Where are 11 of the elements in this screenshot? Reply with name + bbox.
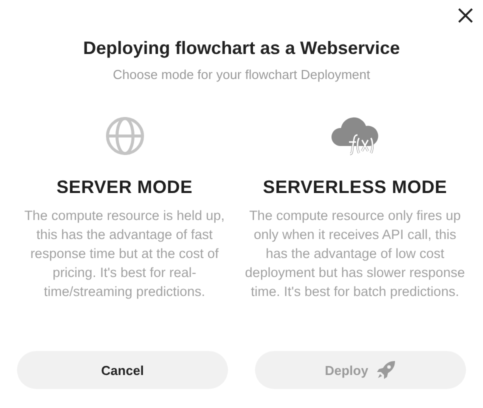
mode-title: SERVER MODE xyxy=(56,177,192,198)
dialog-subtitle: Choose mode for your flowchart Deployment xyxy=(112,67,370,82)
dialog-title: Deploying flowchart as a Webservice xyxy=(83,38,400,59)
cloud-function-icon xyxy=(330,116,380,156)
mode-title: SERVERLESS MODE xyxy=(262,177,448,198)
cancel-button[interactable]: Cancel xyxy=(17,351,228,389)
mode-description: The compute resource is held up, this has the advantage of fast response time but at the cost of pricing. It's best for real-time/streaming predictions. xyxy=(23,207,226,301)
mode-description: The compute resource only fires up only when it receives API call, this has the advantage of low cost deployment but has slower response time. It's best for batch predictions. xyxy=(244,207,466,301)
globe-icon xyxy=(104,116,144,156)
close-icon[interactable] xyxy=(458,8,473,23)
rocket-icon xyxy=(376,360,396,380)
